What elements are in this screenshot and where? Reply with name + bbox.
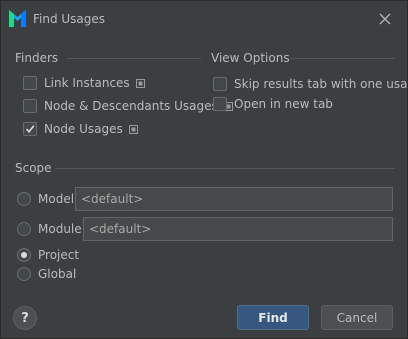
open-in-new-tab-label: Open in new tab xyxy=(234,97,333,111)
checkmark-icon xyxy=(25,125,35,134)
module-radio[interactable] xyxy=(17,222,31,236)
close-button[interactable] xyxy=(375,9,395,29)
model-radio[interactable] xyxy=(17,192,31,206)
options-icon[interactable] xyxy=(128,124,138,134)
open-in-new-tab-option[interactable]: Open in new tab xyxy=(213,95,333,113)
node-usages-checkbox[interactable] xyxy=(23,122,37,136)
scope-model-option[interactable]: Model xyxy=(17,190,74,208)
module-scope-input[interactable] xyxy=(83,217,393,241)
project-radio[interactable] xyxy=(17,248,31,262)
scope-global-option[interactable]: Global xyxy=(17,265,76,283)
window-title: Find Usages xyxy=(33,12,106,26)
scope-divider xyxy=(55,168,395,169)
options-icon[interactable] xyxy=(135,78,145,88)
scope-project-option[interactable]: Project xyxy=(17,246,79,264)
global-label: Global xyxy=(38,267,77,281)
close-icon xyxy=(379,13,391,25)
view-options-heading: View Options xyxy=(211,51,290,65)
title-bar: Find Usages xyxy=(1,1,407,37)
finder-link-instances[interactable]: Link Instances xyxy=(23,74,145,92)
open-in-new-tab-checkbox[interactable] xyxy=(213,97,227,111)
view-options-divider xyxy=(291,58,395,59)
finders-heading: Finders xyxy=(15,51,59,65)
module-label: Module xyxy=(38,222,82,236)
finders-divider xyxy=(67,58,201,59)
node-usages-label: Node Usages xyxy=(44,122,123,136)
skip-results-tab-label: Skip results tab with one usage xyxy=(234,77,408,91)
node-descendants-usages-checkbox[interactable] xyxy=(23,99,37,113)
cancel-button[interactable]: Cancel xyxy=(321,305,393,330)
model-scope-input[interactable] xyxy=(75,187,393,211)
help-button[interactable]: ? xyxy=(13,306,37,330)
skip-results-tab-checkbox[interactable] xyxy=(213,77,227,91)
link-instances-label: Link Instances xyxy=(44,76,130,90)
mps-logo-icon xyxy=(9,10,26,27)
find-button[interactable]: Find xyxy=(237,305,309,330)
find-usages-dialog: Find Usages Finders Link Instances Node … xyxy=(0,0,408,339)
node-descendants-usages-label: Node & Descendants Usages xyxy=(44,99,218,113)
link-instances-checkbox[interactable] xyxy=(23,76,37,90)
scope-heading: Scope xyxy=(15,161,52,175)
model-label: Model xyxy=(38,192,75,206)
scope-module-option[interactable]: Module xyxy=(17,220,82,238)
finder-node-usages[interactable]: Node Usages xyxy=(23,120,138,138)
global-radio[interactable] xyxy=(17,267,31,281)
radio-selected-dot xyxy=(21,252,27,258)
finder-node-descendants-usages[interactable]: Node & Descendants Usages xyxy=(23,97,233,115)
skip-results-tab-option[interactable]: Skip results tab with one usage xyxy=(213,75,408,93)
project-label: Project xyxy=(38,248,80,262)
